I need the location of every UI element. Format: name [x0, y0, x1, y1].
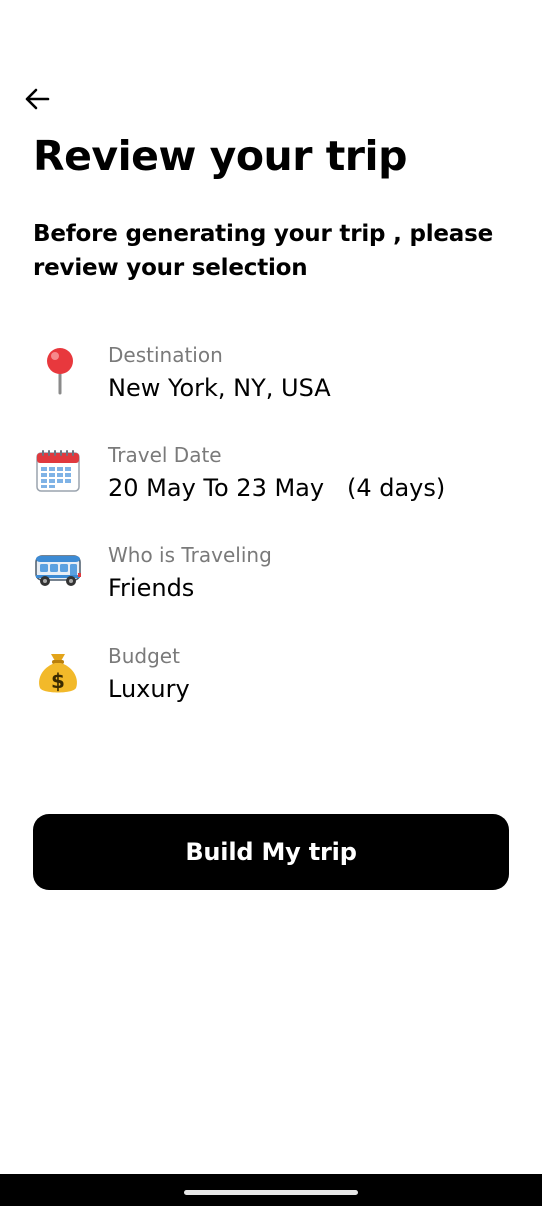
page-title: Review your trip	[33, 132, 407, 180]
travelers-value: Friends	[108, 574, 195, 602]
arrow-left-icon	[24, 88, 50, 110]
page-subtitle: Before generating your trip , please rev…	[33, 221, 494, 281]
round-pushpin-icon	[33, 346, 83, 396]
travel-date-row: Travel Date 20 May To 23 May (4 days)	[33, 442, 513, 514]
back-button[interactable]	[20, 84, 54, 114]
bus-icon	[33, 546, 83, 596]
home-indicator[interactable]	[184, 1190, 358, 1195]
review-trip-screen: Review your trip Before generating your …	[0, 0, 542, 1206]
budget-value: Luxury	[108, 675, 190, 703]
destination-label: Destination	[108, 343, 223, 367]
budget-row: $ Budget Luxury	[33, 643, 513, 715]
system-navigation-bar	[0, 1174, 542, 1206]
build-trip-button[interactable]: Build My trip	[33, 814, 509, 890]
build-trip-button-label: Build My trip	[185, 838, 357, 866]
calendar-icon	[33, 446, 83, 496]
travel-date-label: Travel Date	[108, 443, 222, 467]
money-bag-icon: $	[33, 647, 83, 697]
destination-row: Destination New York, NY, USA	[33, 342, 513, 414]
budget-label: Budget	[108, 644, 180, 668]
travelers-label: Who is Traveling	[108, 543, 272, 567]
destination-value: New York, NY, USA	[108, 374, 331, 402]
svg-text:$: $	[51, 669, 65, 693]
travel-date-value: 20 May To 23 May (4 days)	[108, 474, 446, 502]
travelers-row: Who is Traveling Friends	[33, 542, 513, 614]
